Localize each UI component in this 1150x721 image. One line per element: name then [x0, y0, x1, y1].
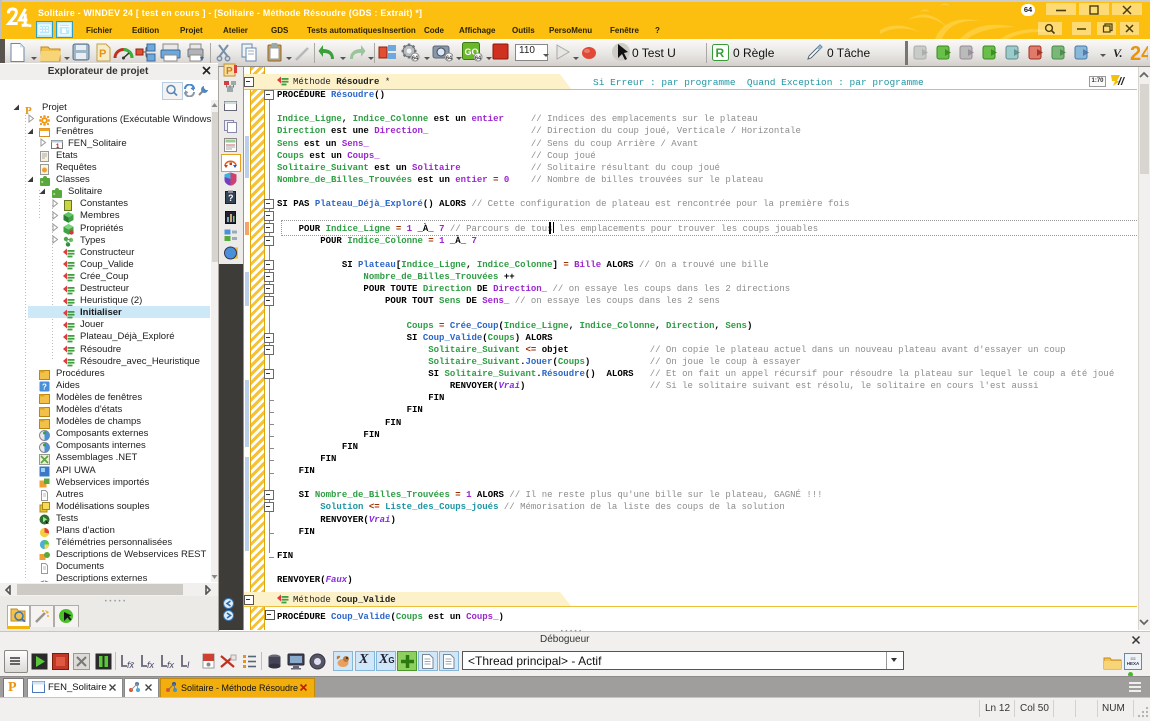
svg-text:64: 64: [475, 56, 482, 62]
svg-text:P: P: [226, 66, 233, 77]
svg-text:64: 64: [412, 56, 419, 62]
svg-text:64: 64: [446, 56, 453, 62]
svg-text:I: I: [187, 660, 190, 670]
svg-text:P: P: [99, 48, 106, 60]
svg-text:fx: fx: [147, 660, 155, 670]
svg-text:fx: fx: [167, 660, 175, 670]
svg-text:?: ?: [228, 193, 234, 203]
svg-text:R: R: [716, 46, 725, 60]
svg-text:24: 24: [1130, 43, 1148, 64]
svg-text://: //: [1117, 76, 1126, 87]
svg-text:fx̄: fx̄: [127, 660, 135, 670]
